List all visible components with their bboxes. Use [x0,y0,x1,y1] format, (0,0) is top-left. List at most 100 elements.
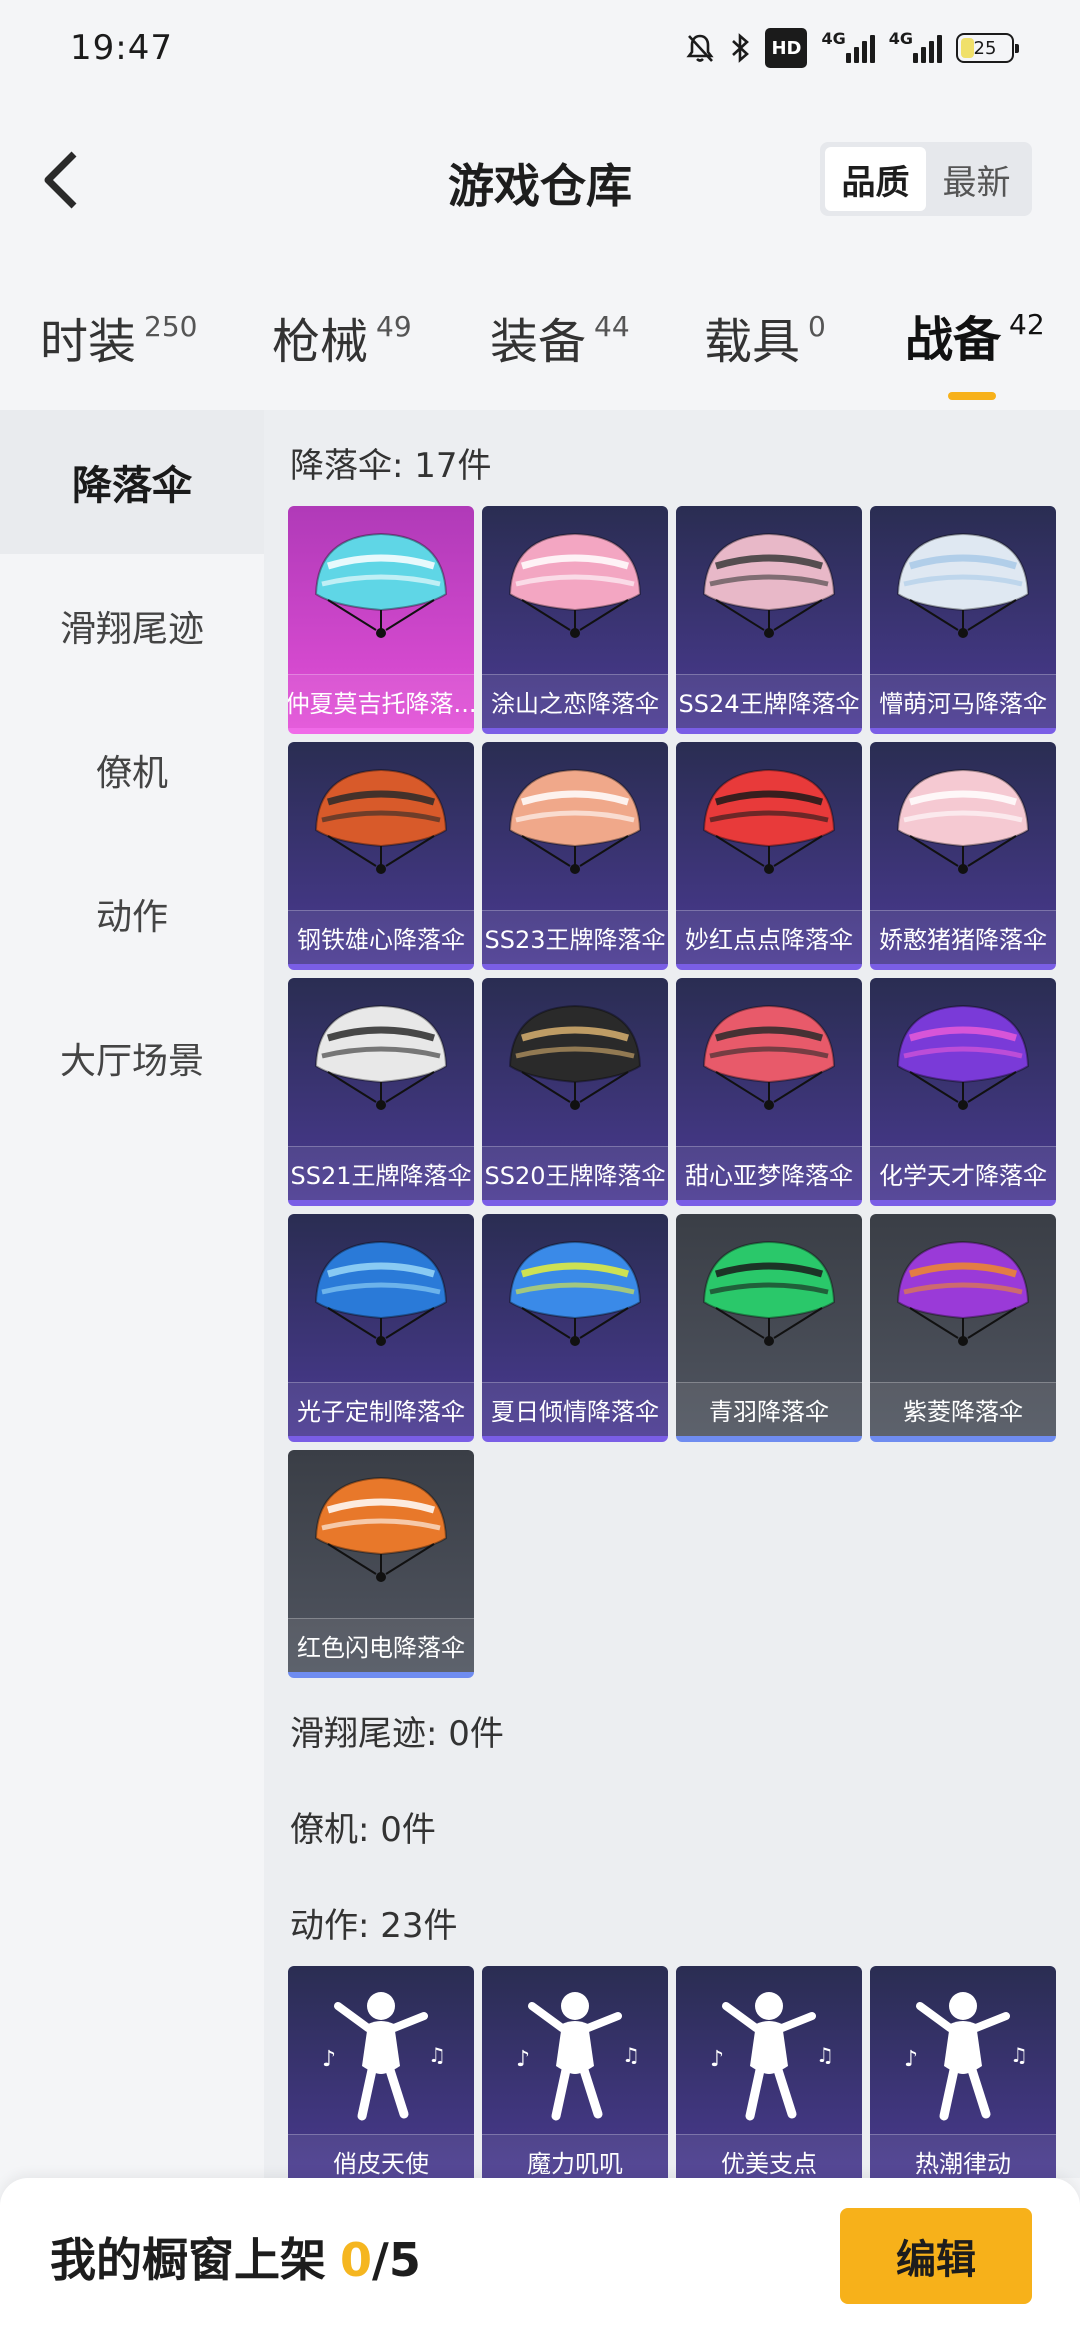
parachute-card[interactable]: 甜心亚梦降落伞 [676,978,862,1206]
sidebar-item-lobby-scene[interactable]: 大厅场景 [0,986,264,1130]
tab-count: 49 [376,310,412,343]
emote-card[interactable]: ♪ ♫ 俏皮天使 [288,1966,474,2178]
sidebar-item-parachute[interactable]: 降落伞 [0,410,264,554]
parachute-icon [508,768,642,874]
svg-text:♪: ♪ [516,2047,530,2072]
showcase-separator: / [372,2233,389,2287]
sort-newest-button[interactable]: 最新 [926,147,1027,211]
svg-text:♫: ♫ [816,2043,834,2067]
parachute-name: 娇憨猪猪降落伞 [870,910,1056,964]
parachute-card[interactable]: 紫菱降落伞 [870,1214,1056,1442]
tab-count: 250 [144,310,198,343]
parachute-card[interactable]: 懵萌河马降落伞 [870,506,1056,734]
status-bar: 19:47 HD 4G 4G 25 [0,0,1080,96]
parachute-name: 青羽降落伞 [676,1382,862,1436]
parachute-name: 化学天才降落伞 [870,1146,1056,1200]
tab-label: 载具 [704,314,801,370]
parachute-card[interactable]: SS23王牌降落伞 [482,742,668,970]
parachute-icon [314,532,448,638]
section-title-parachute: 降落伞: 17件 [290,446,492,486]
parachute-icon [314,1240,448,1346]
parachute-name: SS20王牌降落伞 [482,1146,668,1200]
tab-fashion[interactable]: 时装 250 [40,302,197,372]
parachute-icon [896,532,1030,638]
emote-card[interactable]: ♪ ♫ 热潮律动 [870,1966,1056,2178]
showcase-status: 我的橱窗上架 0 / 5 [50,2224,421,2290]
parachute-icon [702,768,836,874]
parachute-name: 钢铁雄心降落伞 [288,910,474,964]
emote-name: 热潮律动 [870,2134,1056,2178]
parachute-icon [896,1004,1030,1110]
parachute-name: 紫菱降落伞 [870,1382,1056,1436]
sidebar-item-glide-trail[interactable]: 滑翔尾迹 [0,554,264,698]
parachute-name: 光子定制降落伞 [288,1382,474,1436]
sidebar-item-wingman[interactable]: 僚机 [0,698,264,842]
parachute-card[interactable]: 妙红点点降落伞 [676,742,862,970]
parachute-card[interactable]: 光子定制降落伞 [288,1214,474,1442]
section-title-glide-trail: 滑翔尾迹: 0件 [290,1714,504,1754]
parachute-card[interactable]: 夏日倾情降落伞 [482,1214,668,1442]
svg-text:♫: ♫ [428,2043,446,2067]
svg-text:♪: ♪ [710,2047,724,2072]
section-title-emote: 动作: 23件 [290,1906,458,1946]
parachute-icon [896,768,1030,874]
tab-equipment[interactable]: 装备 44 [490,302,630,372]
dancer-icon: ♪ ♫ [904,1992,1028,2121]
parachute-name: 仲夏莫吉托降落... [288,674,474,728]
tab-count: 0 [808,310,826,343]
parachute-card[interactable]: 青羽降落伞 [676,1214,862,1442]
sidebar: 降落伞 滑翔尾迹 僚机 动作 大厅场景 [0,410,264,2178]
tab-combat-gear[interactable]: 战备 42 [905,300,1045,400]
parachute-card[interactable]: 涂山之恋降落伞 [482,506,668,734]
parachute-icon [314,768,448,874]
item-list[interactable]: 降落伞: 17件 仲夏莫吉托降落... 涂山之恋降落伞 SS24王牌降落伞 懵萌河马降… [264,410,1080,2178]
parachute-name: 涂山之恋降落伞 [482,674,668,728]
section-title-wingman: 僚机: 0件 [290,1810,436,1850]
status-time: 19:47 [70,28,173,68]
tab-label: 枪械 [272,314,369,370]
dancer-icon: ♪ ♫ [322,1992,446,2121]
tab-label: 装备 [490,314,587,370]
tab-guns[interactable]: 枪械 49 [272,302,412,372]
sort-quality-button[interactable]: 品质 [825,147,926,211]
parachute-card[interactable]: 仲夏莫吉托降落... [288,506,474,734]
parachute-card[interactable]: 钢铁雄心降落伞 [288,742,474,970]
tab-label: 时装 [40,314,137,370]
parachute-card[interactable]: 娇憨猪猪降落伞 [870,742,1056,970]
sort-toggle: 品质 最新 [820,142,1032,216]
signal-2-icon: 4G [889,28,942,68]
parachute-icon [896,1240,1030,1346]
emote-card[interactable]: ♪ ♫ 优美支点 [676,1966,862,2178]
mute-bell-icon [685,28,715,68]
active-tab-underline [948,392,996,400]
parachute-icon [508,532,642,638]
parachute-card[interactable]: SS21王牌降落伞 [288,978,474,1206]
signal-1-icon: 4G [821,28,875,68]
parachute-name: SS24王牌降落伞 [676,674,862,728]
svg-text:♪: ♪ [904,2047,918,2072]
parachute-name: SS23王牌降落伞 [482,910,668,964]
svg-text:♫: ♫ [1010,2043,1028,2067]
bottom-bar: 我的橱窗上架 0 / 5 编辑 [0,2178,1080,2340]
parachute-icon [702,532,836,638]
bluetooth-icon [729,28,751,68]
tab-vehicles[interactable]: 载具 0 [704,302,826,372]
battery-level: 25 [973,37,997,59]
hd-badge: HD [765,28,808,68]
parachute-name: 甜心亚梦降落伞 [676,1146,862,1200]
emote-card[interactable]: ♪ ♫ 魔力叽叽 [482,1966,668,2178]
parachute-icon [314,1476,448,1582]
svg-text:♫: ♫ [622,2043,640,2067]
showcase-total: 5 [388,2233,421,2287]
showcase-label: 我的橱窗上架 [50,2233,326,2287]
parachute-card[interactable]: SS24王牌降落伞 [676,506,862,734]
parachute-card[interactable]: SS20王牌降落伞 [482,978,668,1206]
parachute-name: 夏日倾情降落伞 [482,1382,668,1436]
dancer-icon: ♪ ♫ [710,1992,834,2121]
sidebar-item-emote[interactable]: 动作 [0,842,264,986]
parachute-card[interactable]: 化学天才降落伞 [870,978,1056,1206]
edit-button[interactable]: 编辑 [840,2208,1032,2304]
parachute-icon [508,1240,642,1346]
parachute-card[interactable]: 红色闪电降落伞 [288,1450,474,1678]
parachute-icon [702,1240,836,1346]
